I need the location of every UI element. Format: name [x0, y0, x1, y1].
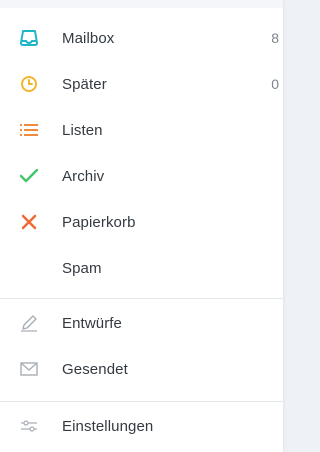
menu-item-label: Papierkorb: [62, 213, 136, 231]
header-strip: [0, 0, 283, 8]
menu-item-mailbox[interactable]: Mailbox 8: [0, 15, 283, 61]
menu-item-papierkorb[interactable]: Papierkorb: [0, 199, 283, 245]
x-icon: [18, 211, 40, 233]
menu-item-listen[interactable]: Listen: [0, 107, 283, 153]
menu-item-label: Später: [62, 75, 107, 93]
menu-item-spaeter[interactable]: Später 0: [0, 61, 283, 107]
divider: [0, 401, 283, 402]
checkmark-icon: [18, 165, 40, 187]
menu-item-spam[interactable]: Spam: [0, 245, 283, 291]
menu-item-label: Mailbox: [62, 29, 115, 47]
mail-sidebar-menu: Mailbox 8 Später 0 Listen Archiv Papierk…: [0, 0, 283, 452]
clock-icon: [18, 73, 40, 95]
menu-item-label: Entwürfe: [62, 314, 122, 332]
menu-item-archiv[interactable]: Archiv: [0, 153, 283, 199]
menu-item-label: Listen: [62, 121, 103, 139]
envelope-icon: [18, 358, 40, 380]
menu-item-label: Archiv: [62, 167, 105, 185]
sliders-icon: [18, 415, 40, 437]
pencil-icon: [18, 312, 40, 334]
inbox-tray-icon: [18, 27, 40, 49]
menu-item-label: Spam: [62, 259, 102, 277]
menu-item-label: Einstellungen: [62, 417, 154, 435]
divider: [0, 298, 283, 299]
snoozed-count: 0: [271, 76, 279, 92]
menu-item-einstellungen[interactable]: Einstellungen: [0, 403, 283, 449]
unread-count: 8: [271, 30, 279, 46]
menu-item-label: Gesendet: [62, 360, 128, 378]
menu-item-gesendet[interactable]: Gesendet: [0, 346, 283, 392]
list-icon: [18, 119, 40, 141]
menu-item-entwuerfe[interactable]: Entwürfe: [0, 300, 283, 346]
